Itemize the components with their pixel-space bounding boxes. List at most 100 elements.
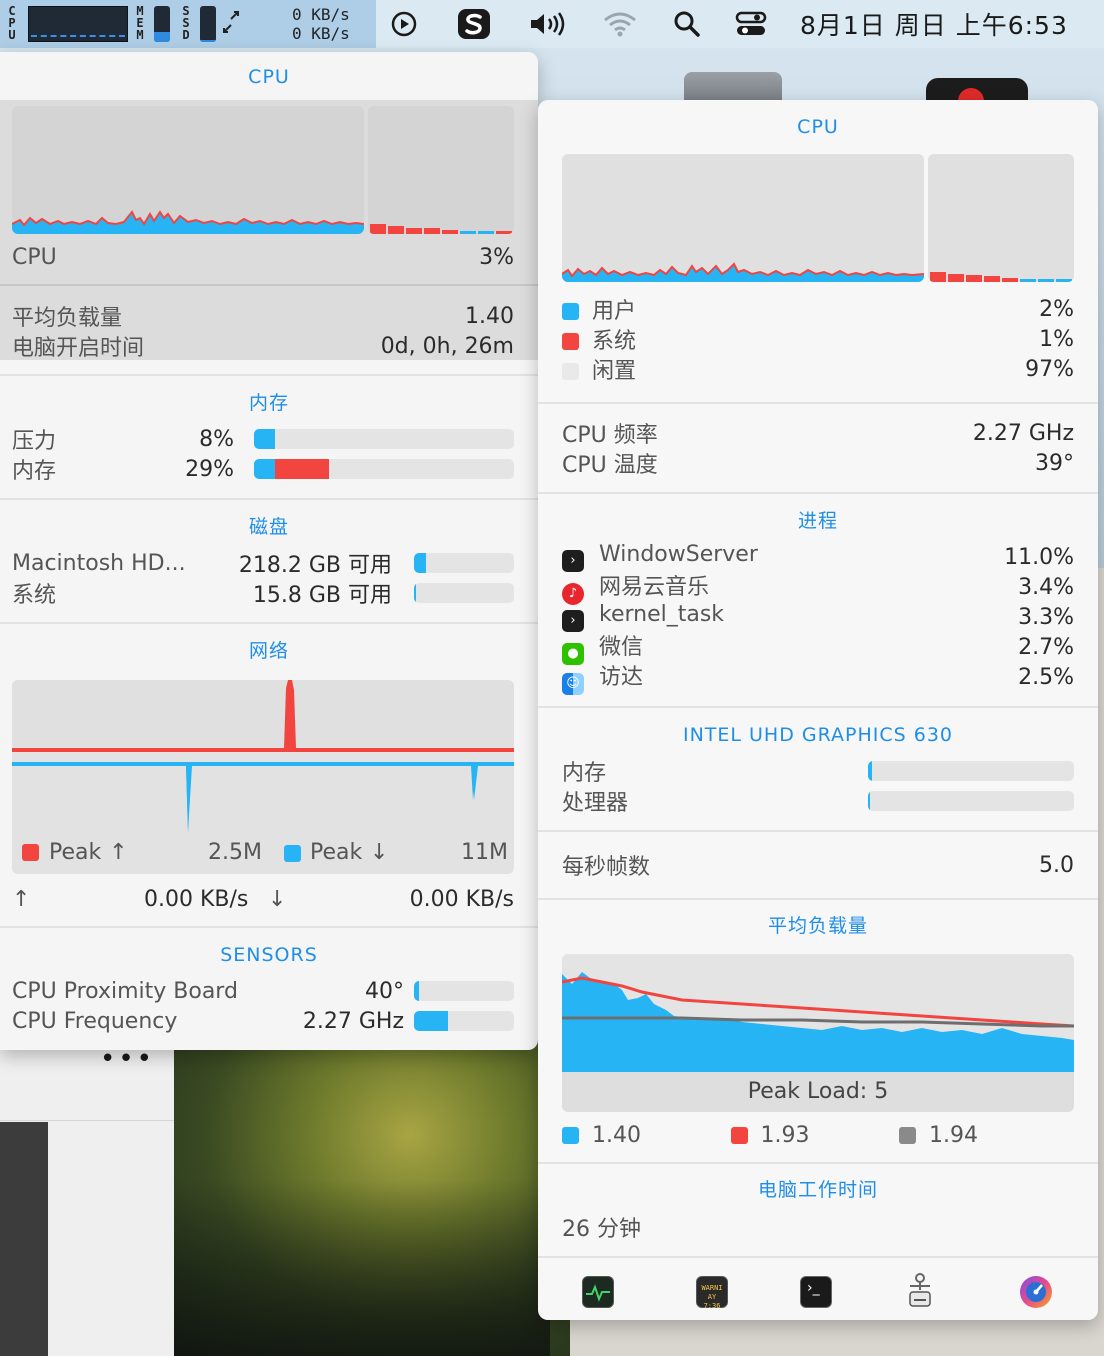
network-arrows-icon [222,10,240,39]
process-row[interactable]: ☺ 访达 2.5% [562,662,1074,695]
menu-bar: CPU MEM SSD 0 KB/s 0 KB/s 8月1日 周日 上午6:53 [0,0,1104,48]
network-chart: Peak ↑ 2.5M Peak ↓ 11M [12,680,514,874]
uptime-detail-section: 电脑工作时间 26 分钟 [538,1166,1098,1256]
process-row[interactable]: ● 微信 2.7% [562,632,1074,665]
upload-speed-value: 0.00 KB/s [144,886,249,912]
gpu-title: INTEL UHD GRAPHICS 630 [682,724,954,746]
load-average-section: 平均负载量 Peak Load: 5 1.40 1.93 1.94 [538,902,1098,1162]
memory-section-title: 内存 [248,392,289,414]
menu-bar-clock[interactable]: 8月1日 周日 上午6:53 [800,6,1068,42]
gpu-processor-label: 处理器 [562,791,629,816]
process-name: 网易云音乐 [599,575,710,601]
cpu-system-row: 系统 1% [562,324,1074,354]
wifi-icon[interactable] [602,8,638,40]
upload-arrow-icon: ↑ [12,886,31,912]
load-average-label: 平均负载量 [12,306,123,331]
play-circle-icon[interactable] [388,8,420,40]
gpu-memory-row: 内存 [562,756,862,786]
stats-popup-panel: CPU CPU 3% 平均负载量 1.40 电脑开启时间 0d, 0h, 26m… [0,52,538,1050]
stats-menu-widget[interactable]: CPU MEM SSD 0 KB/s 0 KB/s [0,0,376,48]
load-1min-legend-icon [562,1126,579,1144]
arrow-down-icon: ↓ [370,840,389,865]
disk-system-bar [414,583,514,603]
cpu-idle-value: 97% [1025,356,1074,382]
gpu-processor-bar [868,791,1074,811]
cpu-detail-title: CPU [797,116,839,138]
sensor-frequency-row: CPU Frequency 2.27 GHz [12,1006,404,1036]
cpu-idle-row: 闲置 97% [562,354,1074,384]
cpu-label-text: CPU [8,4,16,42]
sensor-frequency-bar [414,1011,514,1031]
s-app-icon[interactable] [456,8,492,40]
processes-section: 进程 › WindowServer 11.0% ♪ 网易云音乐 3.4% › k… [538,496,1098,706]
process-name: 微信 [599,635,644,661]
uptime-detail-value: 26 分钟 [562,1217,641,1242]
cpu-section-title: CPU [248,66,290,88]
process-row[interactable]: › kernel_task 3.3% [562,602,1074,632]
volume-icon[interactable] [528,8,568,40]
network-speed-row: ↑ 0.00 KB/s ↓ 0.00 KB/s [12,876,514,922]
activity-monitor-icon[interactable] [582,1276,614,1308]
process-name: WindowServer [599,542,758,568]
cpu-usage-value: 3% [479,244,514,270]
download-legend-icon [284,845,301,862]
search-icon[interactable] [672,8,702,40]
process-row[interactable]: › WindowServer 11.0% [562,542,1074,572]
sensor-proximity-value: 40° [365,978,404,1004]
terminal-icon[interactable]: ›_ [800,1276,832,1308]
gpu-processor-row: 处理器 [562,786,862,816]
background-window: ••• [0,1040,174,1356]
memory-usage-bar [254,459,514,479]
memory-usage-label: 内存 [12,459,57,484]
cpu-section: CPU CPU 3% 平均负载量 1.40 电脑开启时间 0d, 0h, 26m [0,52,538,361]
cpu-system-label: 系统 [592,329,637,354]
system-information-icon[interactable] [904,1272,936,1310]
cpu-temperature-row: CPU 温度 39° [562,448,1074,479]
cpu-history-chart [12,106,364,234]
memory-section: 内存 压力 8% 内存 29% [0,378,538,498]
load-average-row: 平均负载量 1.40 [12,301,514,332]
cpu-user-row: 用户 2% [562,294,1074,324]
mem-mini-bar [154,6,170,42]
uptime-label: 电脑开启时间 [12,336,145,361]
cpu-frequency-value: 2.27 GHz [972,420,1074,446]
console-icon[interactable]: WARNI AY 7:36 [696,1276,728,1310]
wallpaper-shadow [170,1180,550,1356]
cpu-idle-label: 闲置 [592,359,637,384]
process-name: kernel_task [599,602,725,628]
cpu-temperature-label: CPU 温度 [562,453,658,478]
cpu-frequency-label: CPU 频率 [562,423,658,448]
cpu-system-value: 1% [1039,326,1074,352]
fps-value: 5.0 [1039,852,1074,878]
sensor-frequency-label: CPU Frequency [12,1008,178,1034]
cpu-detail-panel: CPU 用户 2% 系统 1% 闲置 97% CPU 频率 2.27 GHz C… [538,100,1098,1320]
user-legend-icon [562,303,579,320]
peak-up-value: 2.5M [208,840,262,865]
fps-row: 每秒帧数 5.0 [562,850,1074,881]
cpu-title-bar: CPU [0,52,538,100]
process-value: 2.7% [1018,634,1074,660]
disk-utility-icon[interactable] [1020,1276,1052,1308]
memory-usage-value: 29% [185,456,234,482]
disk-system-label: 系统 [12,583,57,608]
cpu-detail-history-chart [562,154,924,282]
download-speed-value: 0.00 KB/s [409,886,514,912]
sensor-proximity-bar [414,981,514,1001]
process-row[interactable]: ♪ 网易云音乐 3.4% [562,572,1074,605]
tools-toolbar: WARNI AY 7:36 ›_ [538,1260,1098,1320]
uptime-detail-row: 26 分钟 [562,1212,1074,1242]
network-speed-text: 0 KB/s 0 KB/s [292,5,350,43]
sensor-proximity-row: CPU Proximity Board 40° [12,976,404,1006]
net-up-speed: 0 KB/s [292,5,350,24]
uptime-detail-title: 电脑工作时间 [757,1179,878,1201]
control-center-icon[interactable] [734,8,768,40]
load-1min-value: 1.40 [592,1122,641,1148]
memory-pressure-label: 压力 [12,429,57,454]
sensor-proximity-label: CPU Proximity Board [12,978,238,1004]
fps-label: 每秒帧数 [562,855,651,880]
sensor-frequency-value: 2.27 GHz [302,1008,404,1034]
cpu-core-chart [368,106,514,234]
memory-pressure-row: 压力 8% [12,424,234,455]
download-arrow-icon: ↓ [268,886,287,912]
network-legend: Peak ↑ 2.5M Peak ↓ 11M [22,840,508,865]
